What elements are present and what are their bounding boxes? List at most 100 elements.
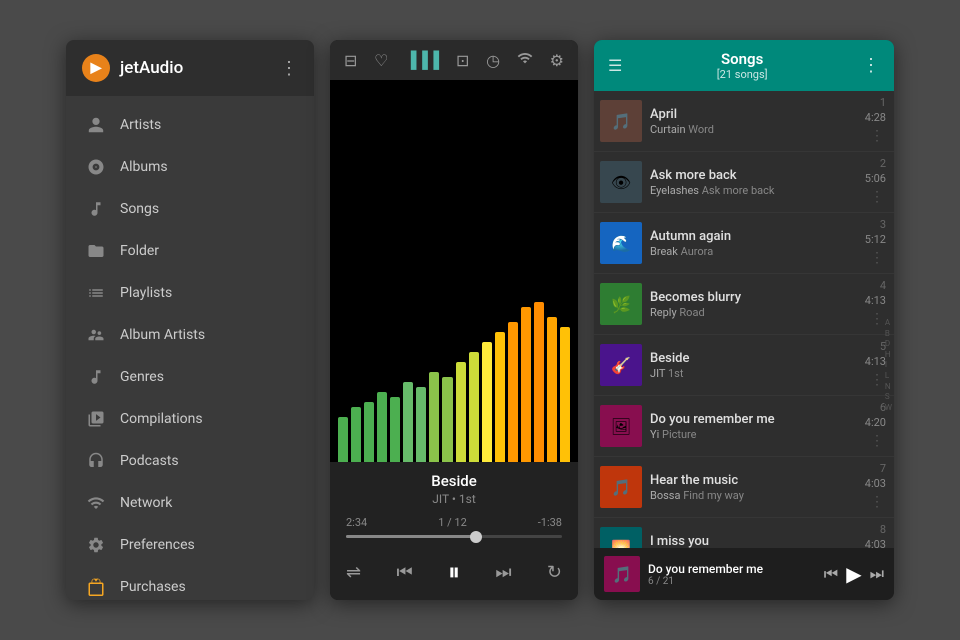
song-number: 1 [880, 96, 886, 109]
shuffle-button[interactable]: ⇌ [346, 562, 361, 583]
song-more-button[interactable]: ⋮ [868, 187, 886, 207]
now-playing-title: Do you remember me [648, 562, 816, 576]
hamburger-icon[interactable]: ☰ [608, 56, 622, 75]
menu-button[interactable]: ⋮ [280, 58, 298, 79]
song-item[interactable]: 🎸BesideJIT 1st 5 4:13 ⋮ ABDHILNSW [594, 335, 894, 396]
song-item[interactable]: 🎵Hear the musicBossa Find my way 7 4:03 … [594, 457, 894, 518]
song-meta: Yi Picture [650, 428, 859, 441]
song-number: 7 [880, 462, 886, 475]
song-artist: Break [650, 245, 678, 258]
song-item[interactable]: 👁Ask more backEyelashes Ask more back 2 … [594, 152, 894, 213]
songs-menu-button[interactable]: ⋮ [862, 55, 880, 76]
nav-label-albums: Albums [120, 159, 168, 175]
visualizer-bar [377, 392, 387, 462]
song-thumbnail: 🎵 [600, 100, 642, 142]
song-item[interactable]: 🎵AprilCurtain Word 1 4:28 ⋮ [594, 91, 894, 152]
song-details: Do you remember meYi Picture [650, 412, 859, 441]
nav-item-artists[interactable]: Artists [66, 104, 314, 146]
songs-panel: ☰ Songs [21 songs] ⋮ 🎵AprilCurtain Word … [594, 40, 894, 600]
nav-item-preferences[interactable]: Preferences [66, 524, 314, 566]
alpha-letter[interactable]: L [885, 371, 892, 381]
nav-item-albums[interactable]: Albums [66, 146, 314, 188]
nav-item-songs[interactable]: Songs [66, 188, 314, 230]
alpha-letter[interactable]: A [885, 318, 892, 328]
visualizer-bar [560, 327, 570, 462]
song-details: Becomes blurryReply Road [650, 290, 859, 319]
nav-label-network: Network [120, 495, 172, 511]
visualizer-bar [456, 362, 466, 462]
favorite-icon[interactable]: ♡ [374, 51, 388, 70]
nav-item-album-artists[interactable]: Album Artists [66, 314, 314, 356]
visualizer-bar [390, 397, 400, 462]
sleep-icon[interactable]: ◷ [486, 51, 500, 70]
repeat-button[interactable]: ↻ [547, 562, 562, 583]
nav-item-playlists[interactable]: Playlists [66, 272, 314, 314]
visualizer-bar [547, 317, 557, 462]
next-button[interactable]: ⏭ [495, 562, 511, 583]
visualizer-bar [442, 377, 452, 462]
nav-item-folder[interactable]: Folder [66, 230, 314, 272]
nav-item-compilations[interactable]: Compilations [66, 398, 314, 440]
alpha-letter[interactable]: I [885, 360, 892, 370]
settings-icon[interactable]: ⚙ [550, 51, 564, 70]
nav-item-genres[interactable]: Genres [66, 356, 314, 398]
song-item[interactable]: 🌅 I miss youVacation I miss you 8 4:03 ⋮ [594, 518, 894, 548]
prev-button[interactable]: ⏮ [396, 562, 412, 583]
albums-icon [86, 157, 106, 177]
song-right: 5 4:13 ⋮ [865, 340, 886, 390]
alpha-letter[interactable]: B [885, 328, 892, 338]
song-more-button[interactable]: ⋮ [868, 370, 886, 390]
song-right: 8 4:03 ⋮ [865, 523, 886, 548]
song-right: 7 4:03 ⋮ [865, 462, 886, 512]
song-item[interactable]: 🖼Do you remember meYi Picture 6 4:20 ⋮ [594, 396, 894, 457]
lyrics-icon[interactable]: ⊡ [456, 51, 469, 70]
genres-icon [86, 367, 106, 387]
song-more-button[interactable]: ⋮ [868, 248, 886, 268]
song-details: Ask more backEyelashes Ask more back [650, 168, 859, 197]
track-separator: • [452, 492, 459, 506]
song-more-button[interactable]: ⋮ [868, 309, 886, 329]
song-details: I miss youVacation I miss you [650, 534, 859, 549]
now-play-button[interactable]: ▶ [846, 562, 861, 586]
song-thumbnail: 👁 [600, 161, 642, 203]
now-next-button[interactable]: ⏭ [870, 564, 884, 584]
preferences-icon [86, 535, 106, 555]
nav-item-network[interactable]: Network [66, 482, 314, 524]
progress-bar[interactable] [346, 535, 562, 538]
songs-count: [21 songs] [622, 68, 862, 81]
song-thumbnail: 🎵 [600, 466, 642, 508]
playlist-icon[interactable]: ⊟ [344, 51, 357, 70]
song-title: Do you remember me [650, 412, 859, 427]
song-thumbnail: 🖼 [600, 405, 642, 447]
song-thumbnail: 🌅 [600, 527, 642, 548]
songs-header: ☰ Songs [21 songs] ⋮ [594, 40, 894, 91]
alpha-letter[interactable]: H [885, 350, 892, 360]
song-duration: 4:20 [865, 416, 886, 429]
nav-item-podcasts[interactable]: Podcasts [66, 440, 314, 482]
visualizer-bar [403, 382, 413, 462]
visualizer [330, 80, 578, 462]
song-item[interactable]: 🌿Becomes blurryReply Road 4 4:13 ⋮ [594, 274, 894, 335]
song-more-button[interactable]: ⋮ [868, 431, 886, 451]
compilations-icon [86, 409, 106, 429]
song-duration: 5:12 [865, 233, 886, 246]
song-duration: 4:13 [865, 294, 886, 307]
song-item[interactable]: 🌊Autumn againBreak Aurora 3 5:12 ⋮ [594, 213, 894, 274]
alpha-letter[interactable]: D [885, 339, 892, 349]
song-more-button[interactable]: ⋮ [868, 126, 886, 146]
song-album: Aurora [681, 245, 714, 258]
song-artist: Bossa [650, 489, 680, 502]
song-more-button[interactable]: ⋮ [868, 492, 886, 512]
now-prev-button[interactable]: ⏮ [824, 564, 838, 584]
song-right: 3 5:12 ⋮ [865, 218, 886, 268]
equalizer-icon[interactable]: ▐▐▐ [405, 50, 439, 70]
song-number: 8 [880, 523, 886, 536]
song-album: Road [679, 306, 704, 319]
wifi-icon[interactable] [517, 50, 533, 70]
nav-label-playlists: Playlists [120, 285, 172, 301]
nav-item-purchases[interactable]: Purchases [66, 566, 314, 600]
nav-label-preferences: Preferences [120, 537, 195, 553]
pause-button[interactable]: ⏸ [448, 558, 460, 586]
nav-label-purchases: Purchases [120, 579, 186, 595]
alpha-letter[interactable]: N [885, 381, 892, 391]
